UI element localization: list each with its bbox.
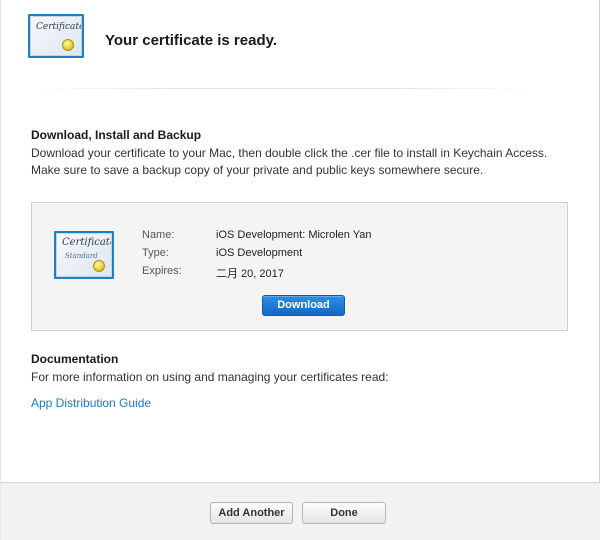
header-divider <box>29 88 539 89</box>
seal-icon <box>93 260 105 272</box>
certificate-paper: Certificate <box>30 16 82 56</box>
footer: Add Another Done <box>1 482 600 540</box>
certificate-icon-large: Certificate Standard <box>54 231 114 279</box>
done-button[interactable]: Done <box>302 502 386 524</box>
documentation-title: Documentation <box>31 352 119 366</box>
type-label: Type: <box>142 247 169 259</box>
dialog-frame: Certificate Your certificate is ready. D… <box>0 0 600 540</box>
certificate-icon-large-label: Certificate <box>62 237 112 248</box>
certificate-paper-large: Certificate Standard <box>56 233 112 277</box>
app-distribution-guide-link[interactable]: App Distribution Guide <box>31 396 151 410</box>
certificate-icon-large-sublabel: Standard <box>65 252 98 260</box>
header: Certificate Your certificate is ready. <box>1 0 600 88</box>
certificate-panel: Certificate Standard Name: iOS Developme… <box>31 202 568 331</box>
certificate-icon-label: Certificate <box>36 22 82 32</box>
add-another-button[interactable]: Add Another <box>210 502 293 524</box>
name-label: Name: <box>142 229 175 241</box>
certificate-icon: Certificate <box>28 14 84 58</box>
seal-icon <box>62 39 74 51</box>
name-value: iOS Development: Microlen Yan <box>216 229 372 241</box>
documentation-text: For more information on using and managi… <box>31 370 389 384</box>
download-section-title: Download, Install and Backup <box>31 128 202 142</box>
expires-label: Expires: <box>142 265 182 277</box>
page-title: Your certificate is ready. <box>105 32 278 49</box>
download-section-text: Download your certificate to your Mac, t… <box>31 146 548 177</box>
expires-value: 二月 20, 2017 <box>216 268 284 280</box>
type-value: iOS Development <box>216 247 303 259</box>
download-button[interactable]: Download <box>262 295 345 316</box>
